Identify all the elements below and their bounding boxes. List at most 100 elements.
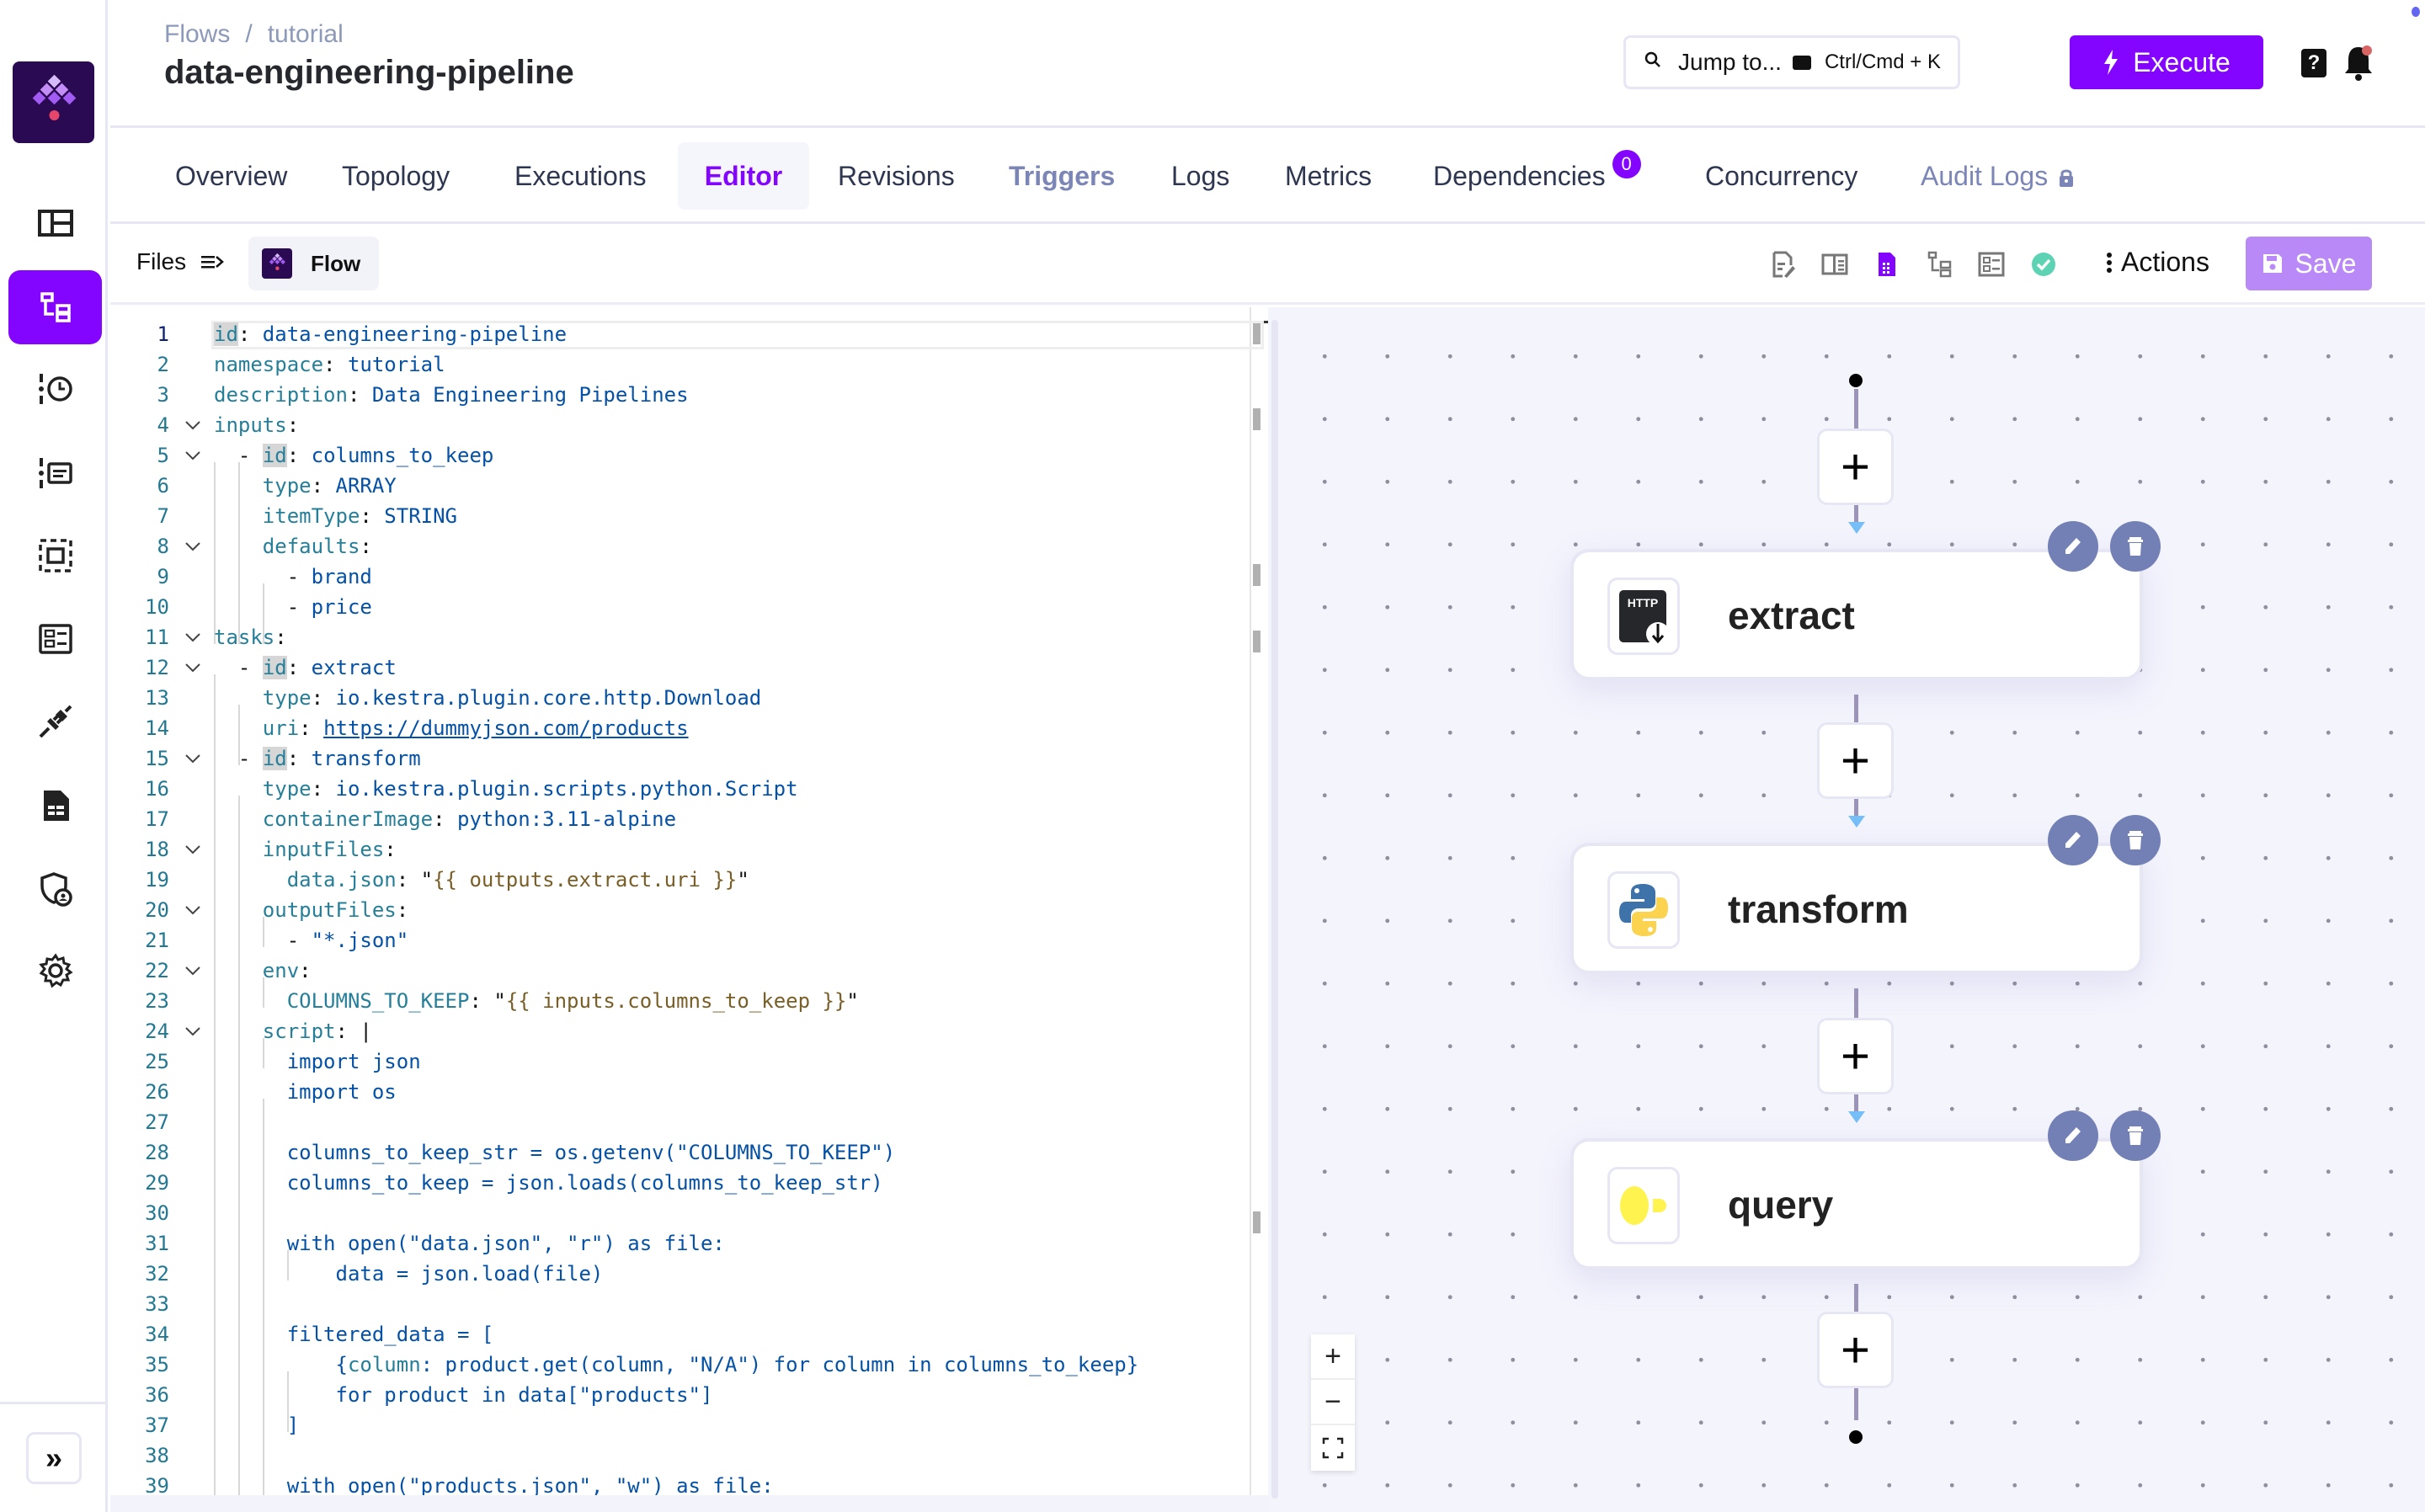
kestra-logo[interactable] bbox=[13, 61, 94, 143]
help-button[interactable]: ? bbox=[2301, 49, 2326, 77]
fold-chevron-icon[interactable] bbox=[184, 956, 201, 986]
edge bbox=[1854, 1284, 1858, 1312]
documentation-view-icon[interactable] bbox=[1977, 250, 2006, 279]
save-label: Save bbox=[2294, 248, 2357, 279]
edge-arrow bbox=[1848, 1111, 1865, 1123]
fold-chevron-icon[interactable] bbox=[184, 440, 201, 471]
edit-task-button[interactable] bbox=[2048, 521, 2098, 572]
delete-task-button[interactable] bbox=[2110, 815, 2161, 865]
sidebar-item-dashboard[interactable] bbox=[8, 186, 102, 260]
edit-task-button[interactable] bbox=[2048, 815, 2098, 865]
sidebar-item-settings[interactable] bbox=[8, 934, 102, 1008]
tab-dependencies[interactable]: Dependencies 0 bbox=[1406, 142, 1668, 210]
line-number: 17 bbox=[145, 807, 169, 831]
task-node-extract[interactable]: HTTP extract bbox=[1570, 549, 2143, 680]
line-number: 11 bbox=[145, 626, 169, 649]
delete-task-button[interactable] bbox=[2110, 521, 2161, 572]
tab-editor[interactable]: Editor bbox=[678, 142, 809, 210]
files-toggle[interactable]: Files bbox=[136, 248, 225, 275]
sidebar-item-plugins[interactable] bbox=[8, 684, 102, 759]
line-number: 18 bbox=[145, 838, 169, 861]
sidebar-item-blueprints[interactable] bbox=[8, 769, 102, 843]
code-line: 17 containerImage: python:3.11-alpine bbox=[110, 804, 1268, 834]
code-line: 33 bbox=[110, 1289, 1268, 1319]
edit-task-button[interactable] bbox=[2048, 1110, 2098, 1161]
delete-task-button[interactable] bbox=[2110, 1110, 2161, 1161]
fold-chevron-icon[interactable] bbox=[184, 652, 201, 683]
tab-concurrency[interactable]: Concurrency bbox=[1678, 142, 1884, 210]
templates-icon bbox=[38, 624, 72, 654]
fold-chevron-icon[interactable] bbox=[184, 1016, 201, 1046]
add-task-button[interactable]: + bbox=[1817, 722, 1894, 799]
blueprints-icon bbox=[43, 791, 69, 821]
code-text: itemType: STRING bbox=[262, 504, 457, 528]
sidebar-item-flows[interactable] bbox=[8, 270, 102, 344]
fold-chevron-icon[interactable] bbox=[184, 410, 201, 440]
breadcrumb-separator: / bbox=[245, 20, 253, 48]
fold-chevron-icon[interactable] bbox=[184, 531, 201, 562]
actions-label: Actions bbox=[2121, 247, 2209, 277]
edge bbox=[1854, 1388, 1858, 1420]
actions-menu[interactable]: Actions bbox=[2106, 247, 2209, 278]
fold-chevron-icon[interactable] bbox=[184, 895, 201, 925]
line-number: 38 bbox=[145, 1444, 169, 1467]
tab-overview[interactable]: Overview bbox=[148, 142, 314, 210]
zoom-out-button[interactable]: − bbox=[1311, 1380, 1355, 1425]
tab-triggers[interactable]: Triggers bbox=[982, 142, 1142, 210]
code-line: 7 itemType: STRING bbox=[110, 501, 1268, 531]
zoom-in-button[interactable]: + bbox=[1311, 1334, 1355, 1380]
source-view-icon[interactable] bbox=[1873, 250, 1901, 279]
topology-view-icon[interactable] bbox=[1925, 250, 1953, 279]
tab-logs[interactable]: Logs bbox=[1144, 142, 1256, 210]
code-text: uri: https://dummyjson.com/products bbox=[262, 716, 689, 740]
jump-to-search[interactable]: Jump to... Ctrl/Cmd + K bbox=[1623, 35, 1960, 89]
sidebar-item-logs[interactable] bbox=[8, 436, 102, 510]
sidebar-collapse-button[interactable]: » bbox=[26, 1432, 82, 1484]
edge-arrow bbox=[1848, 816, 1865, 828]
add-task-button[interactable]: + bbox=[1817, 429, 1894, 505]
fullscreen-icon bbox=[1322, 1437, 1344, 1459]
code-line: 1 id: data-engineering-pipeline bbox=[110, 319, 1268, 349]
fit-view-button[interactable] bbox=[1311, 1425, 1355, 1471]
tab-metrics[interactable]: Metrics bbox=[1258, 142, 1399, 210]
breadcrumb-namespace[interactable]: tutorial bbox=[268, 20, 344, 48]
line-number: 29 bbox=[145, 1171, 169, 1195]
tab-revisions[interactable]: Revisions bbox=[811, 142, 982, 210]
code-text: namespace: tutorial bbox=[214, 353, 445, 376]
tab-audit-logs-label: Audit Logs bbox=[1921, 160, 2049, 191]
app-root: » Flows / tutorial data-engineering-pipeli… bbox=[0, 0, 2425, 1512]
tab-executions[interactable]: Executions bbox=[488, 142, 674, 210]
line-number: 33 bbox=[145, 1292, 169, 1316]
pane-resize-handle[interactable] bbox=[1271, 320, 1278, 1499]
add-task-button[interactable]: + bbox=[1817, 1018, 1894, 1094]
add-task-button[interactable]: + bbox=[1817, 1312, 1894, 1388]
sidebar-item-templates[interactable] bbox=[8, 602, 102, 676]
line-number: 37 bbox=[145, 1414, 169, 1437]
yaml-code-editor[interactable]: 1 id: data-engineering-pipeline 2 namespace… bbox=[110, 307, 1268, 1495]
sidebar-item-executions[interactable] bbox=[8, 352, 102, 426]
line-number: 15 bbox=[145, 747, 169, 770]
fold-chevron-icon[interactable] bbox=[184, 834, 201, 865]
code-text: containerImage: python:3.11-alpine bbox=[262, 807, 677, 831]
sidebar-item-administration[interactable] bbox=[8, 852, 102, 926]
tab-audit-logs[interactable]: Audit Logs bbox=[1894, 142, 2102, 210]
task-node-transform[interactable]: transform bbox=[1570, 843, 2143, 974]
code-line: 12 - id: extract bbox=[110, 652, 1268, 683]
execute-button[interactable]: Execute bbox=[2070, 35, 2263, 89]
line-number: 23 bbox=[145, 989, 169, 1013]
edit-document-icon[interactable] bbox=[1769, 250, 1798, 279]
notifications-button[interactable] bbox=[2342, 44, 2375, 83]
breadcrumb-flows[interactable]: Flows bbox=[164, 20, 230, 48]
flow-file-tab[interactable]: Flow bbox=[248, 237, 379, 290]
line-number: 36 bbox=[145, 1383, 169, 1407]
code-text: description: Data Engineering Pipelines bbox=[214, 383, 689, 407]
code-text: import os bbox=[214, 1080, 397, 1104]
sidebar-item-namespaces[interactable] bbox=[8, 519, 102, 593]
split-view-icon[interactable] bbox=[1820, 250, 1849, 279]
fold-chevron-icon[interactable] bbox=[184, 622, 201, 652]
fold-chevron-icon[interactable] bbox=[184, 743, 201, 774]
line-number: 31 bbox=[145, 1232, 169, 1255]
tab-topology[interactable]: Topology bbox=[315, 142, 477, 210]
task-node-query[interactable]: query bbox=[1570, 1138, 2143, 1270]
save-button[interactable]: Save bbox=[2246, 237, 2372, 290]
